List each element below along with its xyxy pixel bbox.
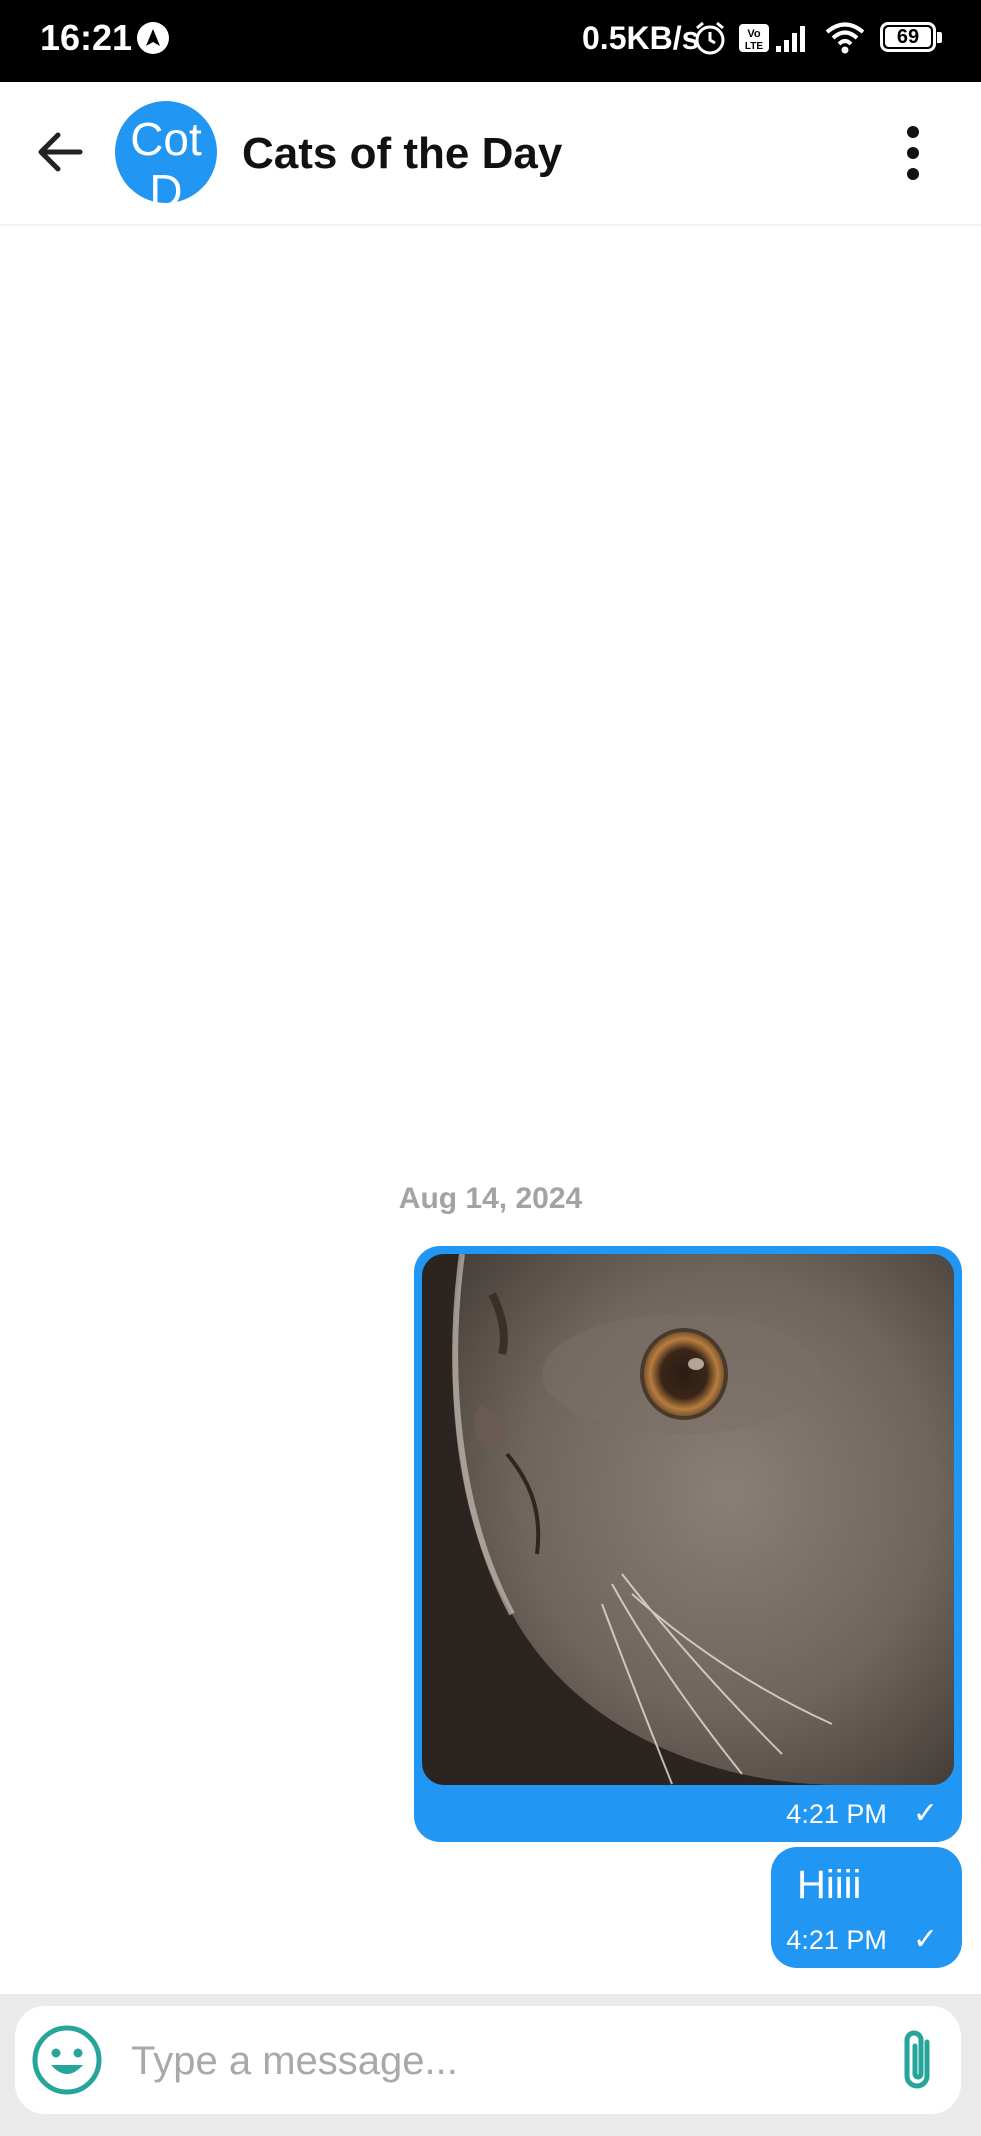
message-meta: 4:21 PM ✓ — [786, 1798, 938, 1830]
wifi-icon — [825, 22, 865, 54]
message-time: 4:21 PM — [786, 1925, 887, 1955]
volte-icon: Vo LTE — [739, 24, 769, 52]
network-speed: 0.5KB/s — [582, 20, 700, 56]
emoji-icon[interactable] — [30, 2023, 104, 2097]
message-time: 4:21 PM — [786, 1799, 887, 1829]
message-meta: 4:21 PM ✓ — [786, 1924, 938, 1956]
sent-check-icon: ✓ — [912, 1797, 938, 1830]
navigation-icon — [137, 22, 169, 54]
image-message[interactable]: 4:21 PM ✓ — [414, 1246, 962, 1842]
chat-header: CotD Cats of the Day — [0, 82, 981, 226]
chat-title[interactable]: Cats of the Day — [242, 127, 562, 181]
battery-level: 69 — [885, 27, 931, 47]
status-bar: 16:21 0.5KB/s Vo LTE 69 — [0, 0, 981, 82]
message-input[interactable] — [129, 2034, 873, 2088]
text-message[interactable]: Hiiii 4:21 PM ✓ — [771, 1847, 962, 1968]
avatar[interactable]: CotD — [115, 101, 217, 203]
message-text: Hiiii — [797, 1863, 862, 1907]
status-time: 16:21 — [40, 17, 133, 58]
composer-area — [0, 1994, 981, 2136]
sent-check-icon: ✓ — [912, 1923, 938, 1956]
alarm-icon — [695, 21, 725, 55]
battery-icon: 69 — [880, 22, 942, 52]
date-separator: Aug 14, 2024 — [398, 1182, 583, 1215]
message-composer — [15, 2006, 961, 2114]
avatar-initials: CotD — [130, 113, 202, 203]
more-vertical-icon[interactable] — [892, 122, 934, 184]
svg-text:LTE: LTE — [745, 41, 763, 52]
cat-photo[interactable] — [422, 1254, 954, 1785]
svg-text:Vo: Vo — [747, 28, 761, 40]
paperclip-icon[interactable] — [897, 2026, 941, 2096]
signal-icon — [776, 26, 805, 52]
back-arrow-icon[interactable] — [30, 122, 90, 182]
